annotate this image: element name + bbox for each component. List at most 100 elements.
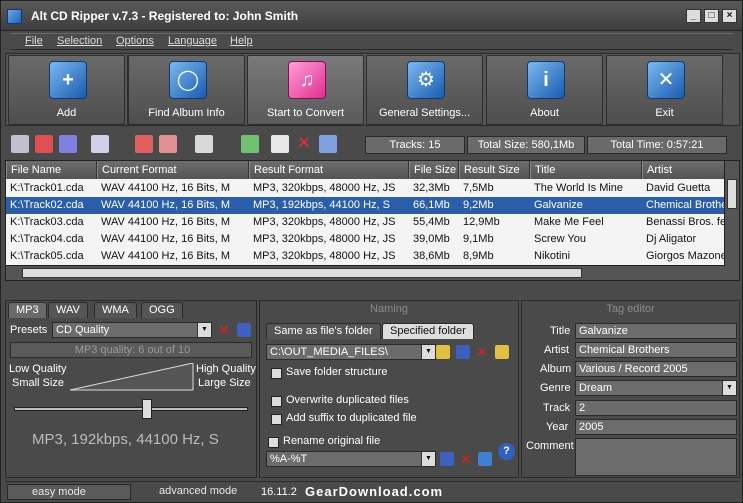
play-icon[interactable] (241, 135, 259, 153)
invert-selection-icon[interactable] (59, 135, 77, 153)
help-icon[interactable]: ? (498, 443, 515, 460)
refresh-icon[interactable] (319, 135, 337, 153)
tab-same-folder[interactable]: Same as file's folder (266, 323, 381, 339)
save-preset-icon[interactable] (237, 323, 251, 337)
table-row[interactable]: K:\Track01.cda WAV 44100 Hz, 16 Bits, M MP… (6, 180, 725, 197)
rename-original-checkbox[interactable] (268, 437, 279, 448)
delete-preset-icon[interactable]: ✕ (217, 323, 231, 337)
col-file-name[interactable]: File Name (6, 161, 97, 179)
tab-ogg[interactable]: OGG (141, 302, 183, 318)
exit-button[interactable]: ✕ Exit (606, 55, 723, 125)
tab-wav[interactable]: WAV (48, 302, 88, 318)
restore-button[interactable]: □ (704, 9, 719, 23)
table-cell: Benassi Bros. fe (646, 216, 725, 228)
remove-icon[interactable] (135, 135, 153, 153)
find-album-info-button[interactable]: ◯ Find Album Info (128, 55, 245, 125)
settings-icon: ⚙ (407, 61, 445, 99)
track-table[interactable]: File Name Current Format Result Format F… (5, 160, 740, 281)
table-cell: K:\Track04.cda (10, 233, 84, 245)
rename-icon[interactable] (271, 135, 289, 153)
tag-artist-field[interactable]: Chemical Brothers (575, 342, 737, 358)
low-quality-label: Low Quality (9, 363, 67, 375)
table-cell: WAV 44100 Hz, 16 Bits, M (101, 199, 230, 211)
add-button[interactable]: + Add (8, 55, 125, 125)
tag-editor-title: Tag editor (606, 303, 655, 315)
table-cell: MP3, 320kbps, 48000 Hz, JS (253, 216, 396, 228)
save-structure-checkbox[interactable] (271, 368, 282, 379)
quality-slider-track[interactable] (14, 407, 248, 411)
overwrite-checkbox[interactable] (271, 396, 282, 407)
table-row[interactable]: K:\Track03.cda WAV 44100 Hz, 16 Bits, M MP… (6, 214, 725, 231)
tag-track-field[interactable]: 2 (575, 400, 737, 416)
close-button[interactable]: × (722, 9, 737, 23)
about-label: About (530, 107, 559, 119)
tab-specified-folder[interactable]: Specified folder (382, 323, 474, 339)
menu-language[interactable]: Language (168, 35, 217, 47)
table-cell: 9,1Mb (463, 233, 494, 245)
tag-editor-panel: Tag editor Title Galvanize Artist Chemic… (521, 300, 740, 478)
col-result-format[interactable]: Result Format (249, 161, 409, 179)
table-cell: 32,3Mb (413, 182, 450, 194)
tag-comment-field[interactable] (575, 438, 737, 476)
col-current-format[interactable]: Current Format (97, 161, 249, 179)
tab-mp3[interactable]: MP3 (8, 302, 47, 318)
delete-pattern-icon[interactable]: ✕ (459, 452, 473, 466)
table-cell: Galvanize (534, 199, 583, 211)
remove-all-icon[interactable] (159, 135, 177, 153)
edit-icon[interactable] (91, 135, 109, 153)
chevron-down-icon[interactable]: ▼ (722, 381, 736, 395)
tag-year-field[interactable]: 2005 (575, 419, 737, 435)
table-row[interactable]: K:\Track02.cda WAV 44100 Hz, 16 Bits, M MP… (6, 197, 725, 214)
menu-file[interactable]: File (25, 35, 43, 47)
large-size-label: Large Size (198, 377, 251, 389)
list-view-icon[interactable] (195, 135, 213, 153)
easy-mode-button[interactable]: easy mode (7, 484, 131, 500)
col-result-size[interactable]: Result Size (459, 161, 530, 179)
vscroll-thumb[interactable] (727, 179, 737, 209)
hscroll-thumb[interactable] (22, 268, 582, 278)
menu-selection[interactable]: Selection (57, 35, 102, 47)
small-size-label: Small Size (12, 377, 64, 389)
chevron-down-icon[interactable]: ▼ (421, 345, 435, 359)
tag-album-field[interactable]: Various / Record 2005 (575, 361, 737, 377)
start-convert-button[interactable]: ♫ Start to Convert (247, 55, 364, 125)
table-row[interactable]: K:\Track05.cda WAV 44100 Hz, 16 Bits, M MP… (6, 248, 725, 265)
save-icon[interactable] (456, 345, 470, 359)
table-horizontal-scrollbar[interactable] (6, 265, 725, 280)
advanced-mode-button[interactable]: advanced mode (135, 484, 255, 500)
col-file-size[interactable]: File Size (409, 161, 459, 179)
minimize-button[interactable]: _ (686, 9, 701, 23)
general-settings-button[interactable]: ⚙ General Settings... (366, 55, 483, 125)
tag-artist-label: Artist (544, 344, 570, 356)
main-window: Alt CD Ripper v.7.3 - Registered to: Joh… (0, 0, 743, 503)
encoder-summary: MP3, 192kbps, 44100 Hz, S (32, 431, 219, 448)
menu-help[interactable]: Help (230, 35, 253, 47)
title-bar[interactable]: Alt CD Ripper v.7.3 - Registered to: Joh… (1, 1, 742, 31)
about-button[interactable]: i About (486, 55, 603, 125)
reload-icon[interactable] (478, 452, 492, 466)
deselect-icon[interactable] (35, 135, 53, 153)
table-cell: K:\Track05.cda (10, 250, 84, 262)
chevron-down-icon[interactable]: ▼ (421, 452, 435, 466)
table-row[interactable]: K:\Track04.cda WAV 44100 Hz, 16 Bits, M MP… (6, 231, 725, 248)
chevron-down-icon[interactable]: ▼ (197, 323, 211, 337)
rename-pattern-select[interactable]: %A-%T ▼ (266, 451, 436, 467)
table-vertical-scrollbar[interactable] (724, 161, 739, 280)
add-suffix-checkbox[interactable] (271, 414, 282, 425)
tag-title-field[interactable]: Galvanize (575, 323, 737, 339)
tag-album-label: Album (540, 363, 572, 375)
tag-genre-select[interactable]: Dream ▼ (575, 380, 737, 396)
col-artist[interactable]: Artist (642, 161, 725, 179)
col-title[interactable]: Title (530, 161, 642, 179)
browse-folder-icon[interactable] (495, 345, 509, 359)
preset-select[interactable]: CD Quality ▼ (52, 322, 212, 338)
delete-folder-icon[interactable]: ✕ (475, 345, 489, 359)
tab-wma[interactable]: WMA (94, 302, 137, 318)
menu-options[interactable]: Options (116, 35, 154, 47)
save-pattern-icon[interactable] (440, 452, 454, 466)
output-folder-select[interactable]: C:\OUT_MEDIA_FILES\ ▼ (266, 344, 436, 360)
clear-icon[interactable]: ✕ (295, 135, 313, 153)
select-all-icon[interactable] (11, 135, 29, 153)
folder-open-icon[interactable] (436, 345, 450, 359)
quality-slider-thumb[interactable] (142, 399, 153, 419)
